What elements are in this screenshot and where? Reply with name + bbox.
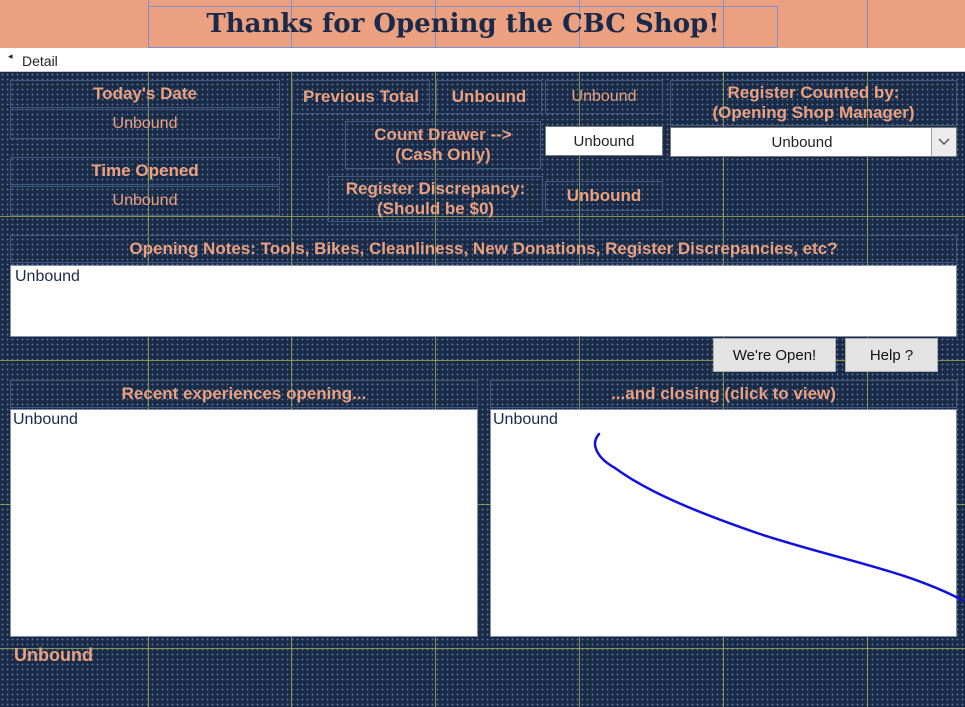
annotation-stroke bbox=[593, 432, 964, 602]
